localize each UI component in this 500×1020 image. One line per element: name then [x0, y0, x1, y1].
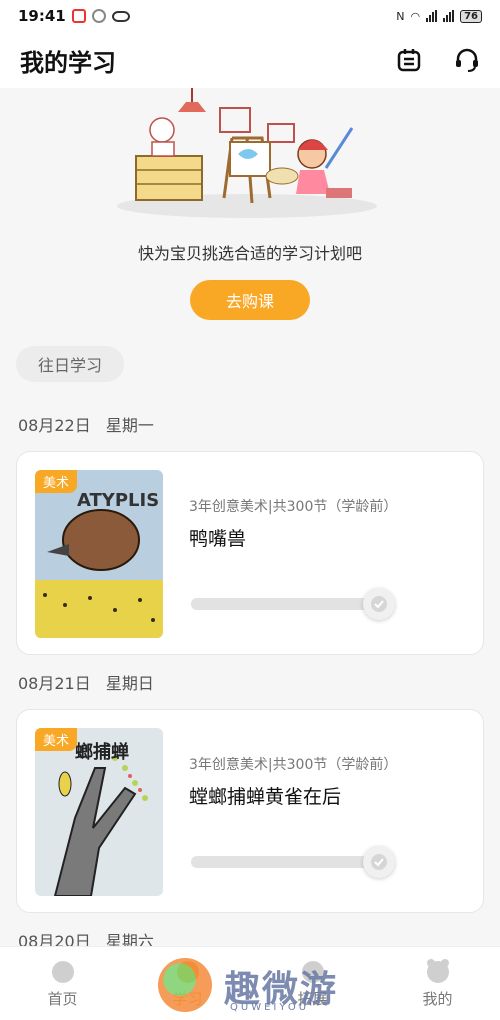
progress-fill	[191, 856, 381, 868]
tab-explore[interactable]: 拓展	[250, 947, 375, 1020]
hero-section: 快为宝贝挑选合适的学习计划吧 去购课	[0, 88, 500, 340]
tab-label: 拓展	[297, 990, 328, 1008]
bottom-tab-bar: 首页 学习 拓展 我的	[0, 946, 500, 1020]
weekday-text: 星期一	[105, 416, 154, 435]
course-tag: 美术	[35, 728, 78, 751]
buy-course-button[interactable]: 去购课	[190, 280, 310, 320]
nfc-icon: N	[396, 9, 405, 23]
wifi-icon: ◠	[410, 9, 421, 23]
course-title: 鸭嘴兽	[189, 528, 247, 550]
explore-icon	[301, 961, 324, 983]
course-title: 螳螂捕蝉黄雀在后	[189, 786, 342, 808]
tab-home[interactable]: 首页	[0, 947, 125, 1020]
study-icon	[176, 961, 199, 983]
date-label: 08月21日 星期日	[18, 670, 164, 694]
schedule-icon[interactable]	[396, 47, 422, 73]
customer-service-icon[interactable]	[454, 47, 480, 73]
signal-icon-2	[443, 10, 455, 22]
course-thumbnail: ATYPLIS	[35, 470, 163, 638]
tab-label: 首页	[47, 990, 78, 1008]
course-card[interactable]: 螂捕蝉 美术 3年创意美术|共300节（学龄前） 螳螂捕蝉黄雀在后	[16, 709, 484, 913]
tab-label: 学习	[172, 990, 203, 1008]
past-learning-chip[interactable]: 往日学习	[16, 346, 124, 382]
check-icon	[363, 588, 395, 620]
status-bar: 19:41 N ◠ 76	[0, 0, 500, 32]
course-thumbnail: 螂捕蝉	[35, 728, 163, 896]
course-subtitle: 3年创意美术|共300节（学龄前）	[189, 757, 398, 773]
status-time: 19:41	[18, 7, 66, 25]
course-progress-bar	[191, 588, 395, 620]
date-label: 08月22日 星期一	[18, 412, 164, 436]
hero-text: 快为宝贝挑选合适的学习计划吧	[137, 244, 362, 263]
page-title: 我的学习	[20, 48, 116, 77]
tab-label: 我的	[422, 990, 453, 1008]
svg-text:ATYPLIS: ATYPLIS	[77, 490, 159, 511]
profile-icon	[426, 959, 449, 983]
weekday-text: 星期日	[105, 674, 154, 693]
date-text: 08月21日	[18, 674, 91, 693]
course-card[interactable]: ATYPLIS 美术 3年创意美术|共300节（学龄前） 鸭嘴兽	[16, 451, 484, 655]
painting-illustration	[117, 88, 377, 218]
course-progress-bar	[191, 846, 395, 878]
header: 我的学习	[0, 32, 500, 88]
signal-icon	[426, 10, 438, 22]
course-tag: 美术	[35, 470, 78, 493]
eye-icon	[111, 10, 130, 22]
tab-profile[interactable]: 我的	[375, 947, 500, 1020]
check-icon	[363, 846, 395, 878]
progress-fill	[191, 598, 381, 610]
course-subtitle: 3年创意美术|共300节（学龄前）	[189, 499, 398, 515]
svg-text:螂捕蝉: 螂捕蝉	[75, 741, 129, 763]
date-text: 08月22日	[18, 416, 91, 435]
notification-icon	[71, 9, 86, 23]
battery-indicator: 76	[460, 9, 482, 23]
home-icon	[51, 961, 74, 983]
app-notification-icon	[91, 9, 106, 23]
tab-study[interactable]: 学习	[125, 947, 250, 1020]
